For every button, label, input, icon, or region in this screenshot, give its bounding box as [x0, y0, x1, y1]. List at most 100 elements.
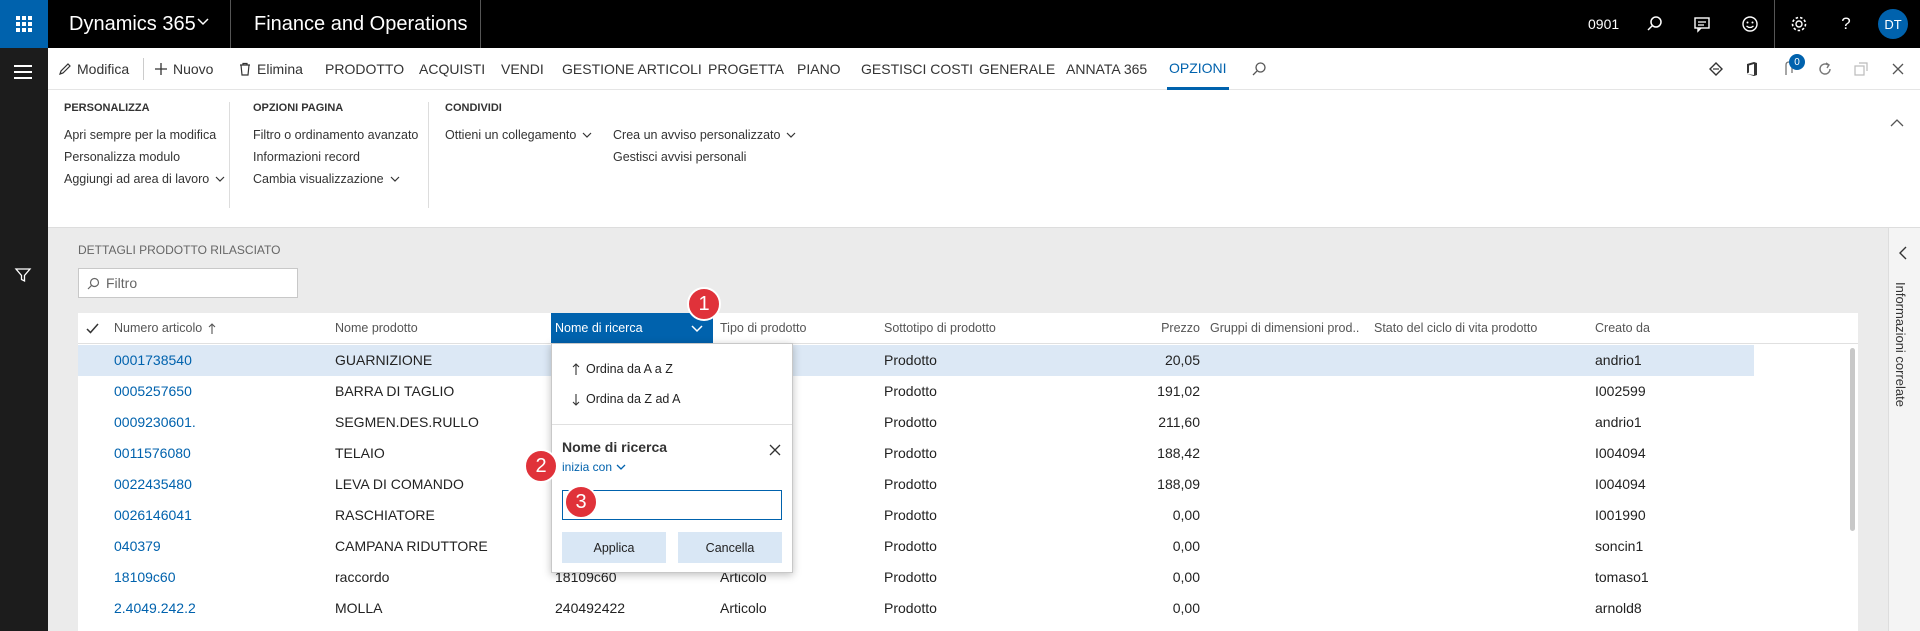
- search-icon[interactable]: [1249, 59, 1269, 79]
- new-button[interactable]: Nuovo: [154, 48, 213, 90]
- tab-progetta[interactable]: PROGETTA: [708, 48, 784, 90]
- column-header-nome-di-ricerca[interactable]: Nome di ricerca: [551, 313, 713, 344]
- column-header-nome-prodotto[interactable]: Nome prodotto: [335, 313, 418, 344]
- cell-sottotipo: Prodotto: [884, 507, 937, 523]
- cell-creato-da: I004094: [1595, 445, 1646, 461]
- smiley-icon[interactable]: [1738, 12, 1762, 36]
- tab-opzioni[interactable]: OPZIONI: [1167, 48, 1229, 90]
- tab-gestisci-costi[interactable]: GESTISCI COSTI: [861, 48, 973, 90]
- table-row[interactable]: 0011576080 TELAIO Prodotto 188,42 I004094: [78, 438, 1754, 469]
- cell-numero-articolo[interactable]: 040379: [114, 531, 161, 562]
- cell-sottotipo: Prodotto: [884, 414, 937, 430]
- divider: [143, 58, 144, 80]
- cell-numero-articolo[interactable]: 0001738540: [114, 345, 192, 376]
- column-header-sottotipo[interactable]: Sottotipo di prodotto: [884, 313, 996, 344]
- table-row[interactable]: 040379 CAMPANA RIDUTTORE Prodotto 0,00 sonci…: [78, 531, 1754, 562]
- cell-numero-articolo[interactable]: 18109c60: [114, 562, 176, 593]
- column-header-numero-articolo[interactable]: Numero articolo: [114, 313, 216, 344]
- office-icon[interactable]: [1742, 59, 1762, 79]
- sort-descending-option[interactable]: Ordina da Z ad A: [572, 392, 681, 406]
- table-row[interactable]: 0026146041 RASCHIATORE Prodotto 0,00 I001990: [78, 500, 1754, 531]
- cell-prezzo: 0,00: [1172, 600, 1200, 616]
- menu-item-label: Apri sempre per la modifica: [64, 128, 217, 142]
- table-row[interactable]: 2.4049.242.2 MOLLA 240492422 Articolo Prodot…: [78, 593, 1754, 624]
- delete-label: Elimina: [257, 61, 303, 77]
- delete-button[interactable]: Elimina: [238, 48, 303, 90]
- tab-vendi[interactable]: VENDI: [501, 48, 544, 90]
- manage-alerts-link[interactable]: Gestisci avvisi personali: [613, 150, 746, 164]
- filter-placeholder: Filtro: [106, 275, 138, 291]
- cell-prezzo: 0,00: [1172, 538, 1200, 554]
- cell-sottotipo: Prodotto: [884, 352, 937, 368]
- always-edit-mode-link[interactable]: Apri sempre per la modifica: [64, 128, 216, 142]
- sort-ascending-option[interactable]: Ordina da A a Z: [572, 362, 673, 376]
- table-row[interactable]: 0005257650 BARRA DI TAGLIO Prodotto 191,02 I…: [78, 376, 1754, 407]
- table-row[interactable]: 0022435480 LEVA DI COMANDO Prodotto 188,09 I…: [78, 469, 1754, 500]
- menu-item-label: Crea un avviso personalizzato: [613, 128, 781, 142]
- avatar[interactable]: DT: [1878, 9, 1908, 39]
- tab-piano[interactable]: PIANO: [797, 48, 841, 90]
- column-header-stato-ciclo-vita[interactable]: Stato del ciclo di vita prodotto: [1374, 313, 1537, 344]
- edit-button[interactable]: Modifica: [58, 48, 129, 90]
- hamburger-icon[interactable]: [14, 65, 32, 83]
- menu-item-label: Filtro o ordinamento avanzato: [253, 128, 419, 142]
- change-view-menu[interactable]: Cambia visualizzazione: [253, 172, 400, 186]
- menu-item-label: Informazioni record: [253, 150, 360, 164]
- app-name[interactable]: Dynamics 365: [69, 0, 196, 48]
- column-header-tipo-di-prodotto[interactable]: Tipo di prodotto: [720, 313, 806, 344]
- diamond-icon[interactable]: [1706, 59, 1726, 79]
- table-row[interactable]: 0001738540 GUARNIZIONE Prodotto 20,05 andrio…: [78, 345, 1754, 376]
- filter-operator-select[interactable]: inizia con: [562, 460, 626, 474]
- cell-numero-articolo[interactable]: 0011576080: [114, 438, 191, 469]
- column-header-prezzo[interactable]: Prezzo: [1138, 313, 1200, 344]
- search-icon[interactable]: [1643, 12, 1667, 36]
- divider: [230, 0, 231, 48]
- group-title-personalizza: PERSONALIZZA: [64, 102, 150, 114]
- new-label: Nuovo: [173, 61, 214, 77]
- cell-sottotipo: Prodotto: [884, 569, 937, 585]
- vertical-scrollbar[interactable]: [1850, 348, 1855, 531]
- cell-numero-articolo[interactable]: 0026146041: [114, 500, 192, 531]
- company-picker[interactable]: 0901: [1588, 0, 1619, 48]
- close-icon[interactable]: [767, 442, 783, 458]
- open-new-window-icon[interactable]: [1851, 59, 1871, 79]
- cell-prezzo: 188,09: [1157, 476, 1200, 492]
- chevron-up-icon[interactable]: [1890, 118, 1904, 128]
- get-link-menu[interactable]: Ottieni un collegamento: [445, 128, 592, 142]
- check-all-icon[interactable]: [86, 323, 99, 334]
- table-row[interactable]: 0009230601. SEGMEN.DES.RULLO Prodotto 211,6…: [78, 407, 1754, 438]
- personalize-form-link[interactable]: Personalizza modulo: [64, 150, 180, 164]
- message-icon[interactable]: [1690, 12, 1714, 36]
- filter-input[interactable]: Filtro: [78, 268, 298, 298]
- tab-gestione-articoli[interactable]: GESTIONE ARTICOLI: [562, 48, 702, 90]
- tab-annata-365[interactable]: ANNATA 365: [1066, 48, 1147, 90]
- tab-generale[interactable]: GENERALE: [979, 48, 1055, 90]
- cell-numero-articolo[interactable]: 0022435480: [114, 469, 192, 500]
- refresh-icon[interactable]: [1815, 59, 1835, 79]
- create-alert-menu[interactable]: Crea un avviso personalizzato: [613, 128, 796, 142]
- filter-icon[interactable]: [14, 266, 32, 284]
- related-info-label[interactable]: Informazioni correlate: [1893, 282, 1908, 407]
- gear-icon[interactable]: [1787, 12, 1811, 36]
- cancel-button[interactable]: Cancella: [678, 532, 782, 563]
- cell-nome-di-ricerca: 240492422: [555, 600, 626, 616]
- cell-nome-prodotto: raccordo: [335, 569, 390, 585]
- help-icon[interactable]: ?: [1834, 12, 1858, 36]
- tab-prodotto[interactable]: PRODOTTO: [325, 48, 404, 90]
- close-icon[interactable]: [1888, 59, 1908, 79]
- cell-numero-articolo[interactable]: 2.4049.242.2: [114, 593, 196, 624]
- cell-numero-articolo[interactable]: 0005257650: [114, 376, 192, 407]
- apply-button[interactable]: Applica: [562, 532, 666, 563]
- column-header-gruppi-dimensioni[interactable]: Gruppi di dimensioni prod...: [1210, 313, 1360, 344]
- chevron-down-icon[interactable]: [197, 16, 209, 28]
- cell-numero-articolo[interactable]: 0009230601.: [114, 407, 196, 438]
- chevron-left-icon[interactable]: [1898, 246, 1908, 260]
- add-to-workspace-menu[interactable]: Aggiungi ad area di lavoro: [64, 172, 225, 186]
- group-title-opzioni-pagina: OPZIONI PAGINA: [253, 102, 344, 114]
- column-header-creato-da[interactable]: Creato da: [1595, 313, 1650, 344]
- tab-acquisti[interactable]: ACQUISTI: [419, 48, 485, 90]
- app-launcher-button[interactable]: [0, 0, 48, 48]
- record-info-link[interactable]: Informazioni record: [253, 150, 360, 164]
- advanced-filter-link[interactable]: Filtro o ordinamento avanzato: [253, 128, 418, 142]
- table-row[interactable]: 18109c60 raccordo 18109c60 Articolo Prodotto…: [78, 562, 1754, 593]
